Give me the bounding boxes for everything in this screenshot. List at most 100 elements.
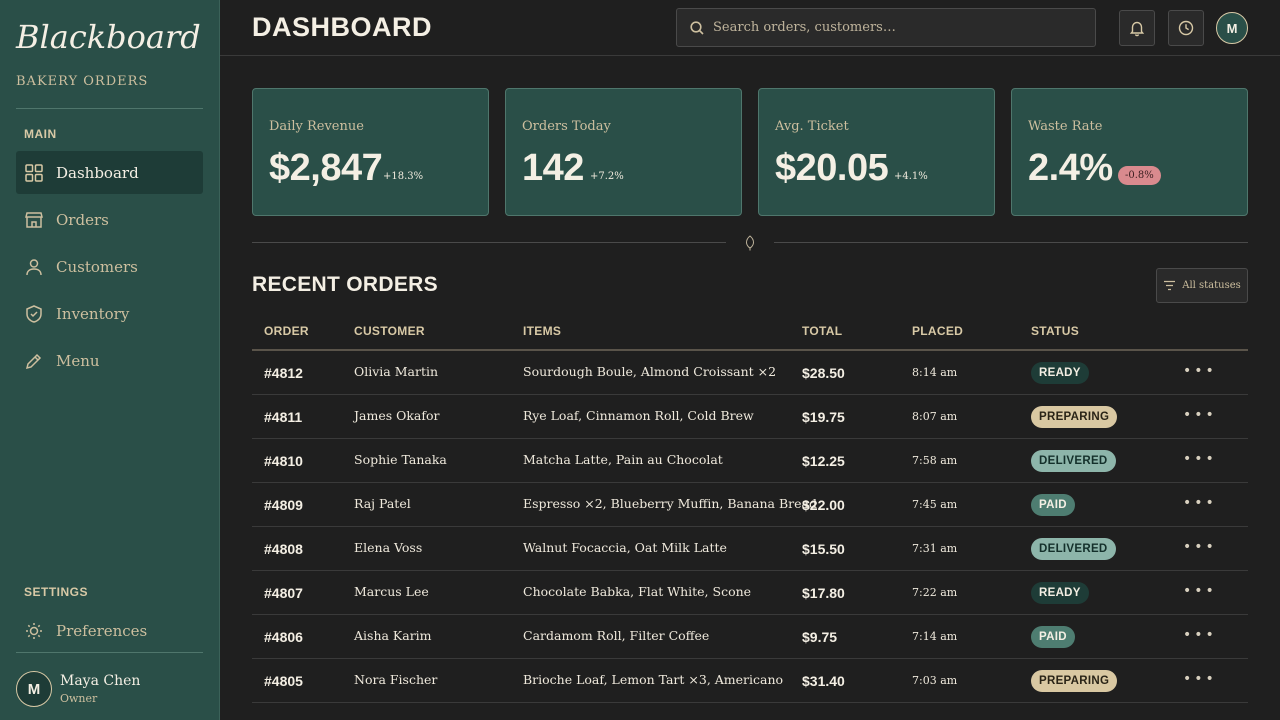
order-placed-time: 7:14 am bbox=[912, 630, 958, 643]
more-actions-icon[interactable]: ••• bbox=[1183, 671, 1217, 687]
order-placed-time: 8:07 am bbox=[912, 410, 958, 423]
search-box[interactable] bbox=[676, 8, 1096, 47]
notifications-button[interactable] bbox=[1119, 10, 1155, 46]
status-badge: DELIVERED bbox=[1031, 538, 1116, 560]
table-row[interactable]: #4807 Marcus Lee Chocolate Babka, Flat Whi… bbox=[252, 571, 1248, 615]
status-badge: READY bbox=[1031, 582, 1089, 604]
more-actions-icon[interactable]: ••• bbox=[1183, 539, 1217, 555]
stat-label: Waste Rate bbox=[1028, 119, 1103, 134]
order-items: Chocolate Babka, Flat White, Scone bbox=[523, 584, 752, 599]
status-badge: READY bbox=[1031, 362, 1089, 384]
table-row[interactable]: #4809 Raj Patel Espresso ×2, Blueberry Muf… bbox=[252, 483, 1248, 527]
status-badge: PREPARING bbox=[1031, 406, 1118, 428]
clock-icon bbox=[1178, 20, 1194, 36]
page-title: DASHBOARD bbox=[252, 12, 432, 42]
table-row[interactable]: #4810 Sophie Tanaka Matcha Latte, Pain au … bbox=[252, 439, 1248, 483]
sidebar-item-customers[interactable]: Customers bbox=[16, 245, 203, 288]
sidebar-divider bbox=[16, 108, 203, 109]
column-header-items[interactable]: ITEMS bbox=[523, 324, 561, 338]
order-total: $15.50 bbox=[802, 541, 845, 557]
sidebar-item-label: Inventory bbox=[56, 304, 130, 323]
stat-card-waste-rate: Waste Rate 2.4% -0.8% bbox=[1011, 88, 1248, 216]
order-items: Matcha Latte, Pain au Chocolat bbox=[523, 452, 723, 467]
sidebar-item-label: Menu bbox=[56, 351, 100, 370]
sidebar-section-main: MAIN bbox=[24, 127, 57, 141]
order-total: $17.80 bbox=[802, 585, 845, 601]
sidebar-item-label: Orders bbox=[56, 210, 109, 229]
stat-card-daily-revenue: Daily Revenue $2,847 +18.3% bbox=[252, 88, 489, 216]
user-name: Maya Chen bbox=[60, 673, 141, 689]
filter-label: All statuses bbox=[1182, 280, 1241, 291]
sidebar-item-preferences[interactable]: Preferences bbox=[16, 609, 203, 652]
order-id[interactable]: #4806 bbox=[264, 629, 303, 645]
shield-check-icon bbox=[26, 304, 42, 323]
grid-icon bbox=[25, 163, 43, 182]
order-placed-time: 7:58 am bbox=[912, 454, 958, 467]
order-placed-time: 7:03 am bbox=[912, 674, 958, 687]
sidebar: Blackboard BAKERY ORDERS MAIN Dashboard … bbox=[0, 0, 220, 720]
order-id[interactable]: #4810 bbox=[264, 453, 303, 469]
table-row[interactable]: #4811 James Okafor Rye Loaf, Cinnamon Roll… bbox=[252, 395, 1248, 439]
stat-value: $20.05 bbox=[775, 147, 889, 189]
order-id[interactable]: #4811 bbox=[264, 409, 302, 425]
column-header-placed[interactable]: PLACED bbox=[912, 324, 963, 338]
customer-name: James Okafor bbox=[354, 408, 440, 423]
order-id[interactable]: #4807 bbox=[264, 585, 303, 601]
table-row[interactable]: #4805 Nora Fischer Brioche Loaf, Lemon Tar… bbox=[252, 659, 1248, 703]
section-divider-left bbox=[252, 242, 726, 243]
stat-delta: +18.3% bbox=[383, 171, 424, 182]
order-total: $22.00 bbox=[802, 497, 845, 513]
history-button[interactable] bbox=[1168, 10, 1204, 46]
customer-name: Elena Voss bbox=[354, 540, 423, 555]
order-placed-time: 8:14 am bbox=[912, 366, 958, 379]
more-actions-icon[interactable]: ••• bbox=[1183, 363, 1217, 379]
order-placed-time: 7:45 am bbox=[912, 498, 958, 511]
avatar: M bbox=[16, 671, 52, 707]
column-header-customer[interactable]: CUSTOMER bbox=[354, 324, 425, 338]
wheat-icon bbox=[745, 235, 755, 251]
sidebar-item-orders[interactable]: Orders bbox=[16, 198, 203, 241]
user-profile[interactable]: M Maya Chen Owner bbox=[16, 671, 140, 707]
more-actions-icon[interactable]: ••• bbox=[1183, 583, 1217, 599]
stat-card-avg-ticket: Avg. Ticket $20.05 +4.1% bbox=[758, 88, 995, 216]
order-id[interactable]: #4809 bbox=[264, 497, 303, 513]
more-actions-icon[interactable]: ••• bbox=[1183, 495, 1217, 511]
customer-name: Marcus Lee bbox=[354, 584, 429, 599]
order-id[interactable]: #4805 bbox=[264, 673, 303, 689]
order-id[interactable]: #4808 bbox=[264, 541, 303, 557]
table-header: ORDER CUSTOMER ITEMS TOTAL PLACED STATUS bbox=[252, 312, 1248, 351]
column-header-order[interactable]: ORDER bbox=[264, 324, 309, 338]
column-header-status[interactable]: STATUS bbox=[1031, 324, 1079, 338]
order-placed-time: 7:22 am bbox=[912, 586, 958, 599]
sidebar-divider bbox=[16, 652, 203, 653]
brand-subtitle: BAKERY ORDERS bbox=[16, 74, 149, 89]
order-items: Sourdough Boule, Almond Croissant ×2 bbox=[523, 364, 777, 379]
status-filter-button[interactable]: All statuses bbox=[1156, 268, 1248, 303]
status-badge: DELIVERED bbox=[1031, 450, 1116, 472]
bell-icon bbox=[1129, 21, 1145, 37]
section-title-recent-orders: RECENT ORDERS bbox=[252, 273, 438, 296]
order-items: Brioche Loaf, Lemon Tart ×3, Americano bbox=[523, 672, 784, 687]
sidebar-item-menu[interactable]: Menu bbox=[16, 339, 203, 382]
sidebar-item-label: Preferences bbox=[56, 621, 148, 640]
table-row[interactable]: #4808 Elena Voss Walnut Focaccia, Oat Milk… bbox=[252, 527, 1248, 571]
sidebar-item-label: Dashboard bbox=[56, 163, 139, 182]
table-row[interactable]: #4812 Olivia Martin Sourdough Boule, Almon… bbox=[252, 351, 1248, 395]
column-header-total[interactable]: TOTAL bbox=[802, 324, 842, 338]
sidebar-item-inventory[interactable]: Inventory bbox=[16, 292, 203, 335]
stat-label: Daily Revenue bbox=[269, 119, 364, 134]
table-row[interactable]: #4806 Aisha Karim Cardamom Roll, Filter Co… bbox=[252, 615, 1248, 659]
sidebar-item-dashboard[interactable]: Dashboard bbox=[16, 151, 203, 194]
person-icon bbox=[26, 258, 42, 275]
order-total: $9.75 bbox=[802, 629, 838, 645]
more-actions-icon[interactable]: ••• bbox=[1183, 627, 1217, 643]
search-input[interactable] bbox=[713, 20, 1073, 35]
top-header: DASHBOARD M bbox=[220, 0, 1280, 56]
more-actions-icon[interactable]: ••• bbox=[1183, 407, 1217, 423]
header-avatar[interactable]: M bbox=[1216, 12, 1248, 44]
order-items: Rye Loaf, Cinnamon Roll, Cold Brew bbox=[523, 408, 754, 423]
status-badge: PAID bbox=[1031, 626, 1075, 648]
customer-name: Aisha Karim bbox=[354, 628, 432, 643]
more-actions-icon[interactable]: ••• bbox=[1183, 451, 1217, 467]
order-id[interactable]: #4812 bbox=[264, 365, 303, 381]
